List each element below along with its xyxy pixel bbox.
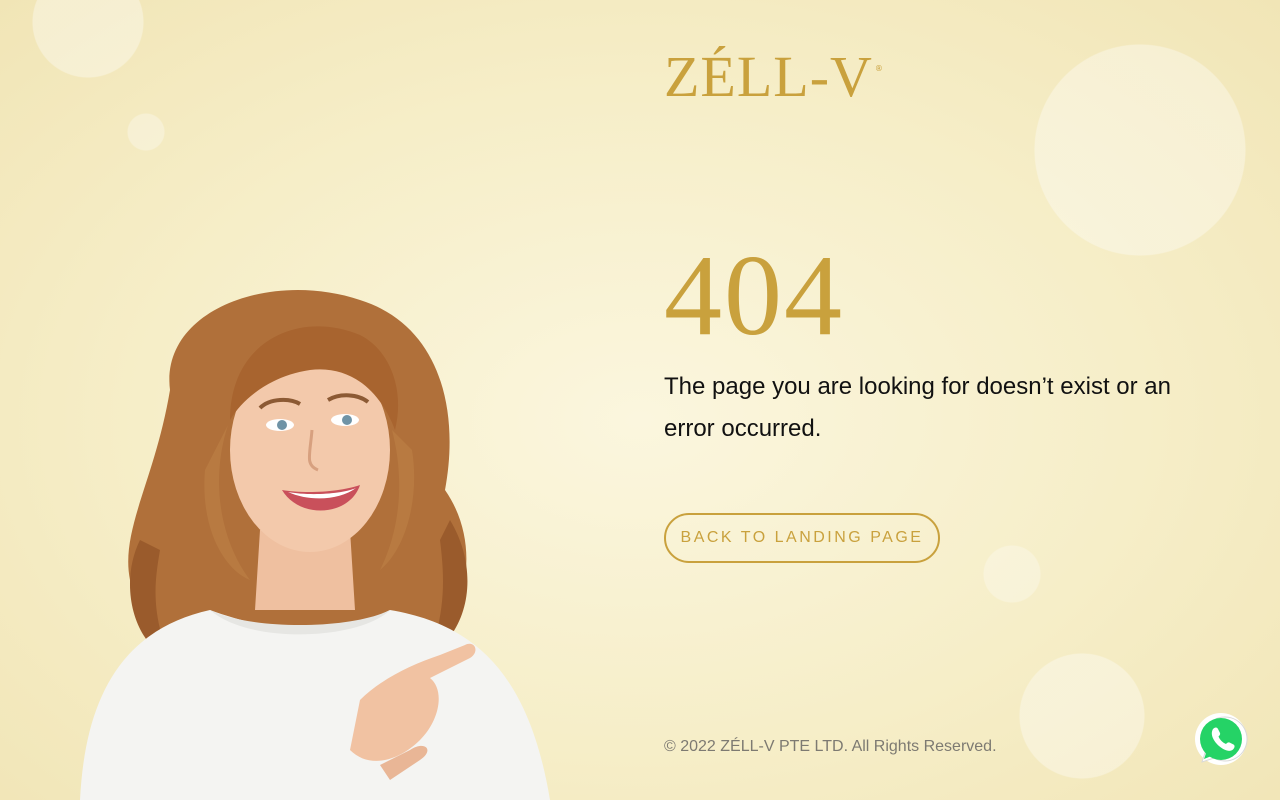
- whatsapp-icon: [1195, 713, 1248, 765]
- error-message: The page you are looking for doesn’t exi…: [664, 373, 1171, 442]
- hero-photo-woman-pointing: [60, 280, 580, 800]
- whatsapp-chat-button[interactable]: [1194, 712, 1248, 768]
- error-code-heading: 404: [664, 232, 844, 360]
- back-to-landing-page-button[interactable]: BACK TO LANDING PAGE: [664, 513, 940, 563]
- footer-copyright: © 2022 ZÉLL-V PTE LTD. All Rights Reserv…: [664, 738, 997, 755]
- brand-logo-text: ZÉLL-V: [664, 44, 873, 109]
- brand-logo[interactable]: ZÉLL-V ®: [664, 44, 884, 110]
- registered-mark: ®: [874, 64, 884, 73]
